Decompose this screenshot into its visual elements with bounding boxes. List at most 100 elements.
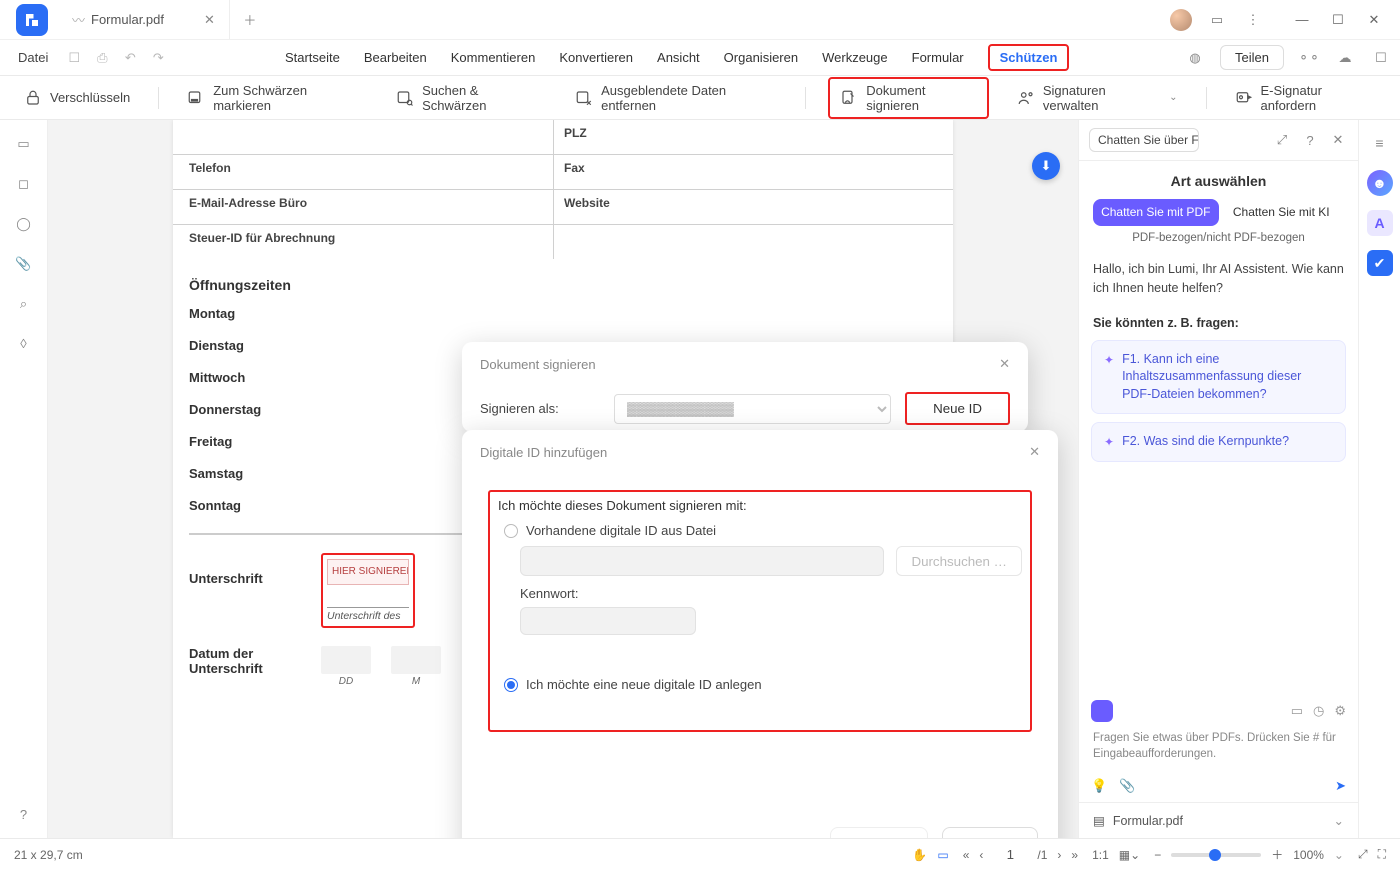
search-icon[interactable]: ⌕ — [13, 296, 35, 312]
next-button[interactable]: Weiter > — [942, 827, 1038, 838]
add-id-dialog-title: Digitale ID hinzufügen — [480, 445, 607, 460]
layers-icon[interactable]: ◊ — [13, 336, 35, 351]
day-sun: Sonntag — [189, 498, 319, 513]
radio-new-icon — [504, 678, 518, 692]
manage-signatures-button[interactable]: Signaturen verwalten ⌄ — [1011, 79, 1184, 117]
close-chat-icon[interactable]: ✕ — [1328, 132, 1348, 148]
chat-suggestion-1[interactable]: F1. Kann ich eine Inhaltszusammenfassung… — [1091, 340, 1346, 415]
message-icon[interactable]: ▭ — [1206, 12, 1228, 28]
tab-tools[interactable]: Werkzeuge — [822, 44, 888, 71]
sign-as-select[interactable]: ▓▓▓▓▓▓▓▓▓▓▓ — [614, 394, 891, 424]
ai-bot-icon[interactable]: ☻ — [1367, 170, 1393, 196]
password-field — [520, 607, 696, 635]
last-page-icon[interactable]: » — [1071, 848, 1078, 862]
tab-edit[interactable]: Bearbeiten — [364, 44, 427, 71]
fit-width-icon[interactable]: ⤢ — [1358, 847, 1368, 862]
close-tab-icon[interactable]: ✕ — [204, 12, 215, 28]
zoom-in-icon[interactable]: ＋ — [1271, 846, 1283, 863]
tab-organize[interactable]: Organisieren — [724, 44, 798, 71]
print-icon[interactable]: ⎙ — [90, 50, 114, 66]
share-graph-icon[interactable]: ⚬⚬ — [1298, 50, 1320, 66]
window-buttons: ― ☐ ✕ — [1276, 12, 1400, 28]
esig-request-icon — [1235, 89, 1253, 107]
hand-tool-icon[interactable]: ✋ — [912, 848, 927, 862]
zoom-slider[interactable] — [1171, 853, 1261, 857]
chat-suggestion-2[interactable]: F2. Was sind die Kernpunkte? — [1091, 422, 1346, 462]
more-icon[interactable]: ⋮ — [1242, 12, 1264, 28]
close-sign-dialog[interactable]: ✕ — [999, 356, 1010, 372]
chat-ai-option[interactable]: Chatten Sie mit KI — [1219, 199, 1345, 226]
chat-file-chip[interactable]: ▤ Formular.pdf — [1079, 802, 1358, 838]
zoom-out-icon[interactable]: − — [1154, 848, 1161, 862]
close-add-id-dialog[interactable]: ✕ — [1029, 444, 1040, 460]
document-tab[interactable]: 〰 Formular.pdf ✕ — [58, 0, 230, 39]
fit-actual-icon[interactable]: 1:1 — [1092, 848, 1109, 862]
chat-pdf-option[interactable]: Chatten Sie mit PDF — [1093, 199, 1219, 226]
protect-toolbar: Verschlüsseln Zum Schwärzen markieren Su… — [0, 76, 1400, 120]
tab-protect[interactable]: Schützen — [988, 44, 1070, 71]
settings-gear-icon[interactable]: ⚙ — [1334, 703, 1346, 719]
tab-convert[interactable]: Konvertieren — [559, 44, 633, 71]
attachment-icon[interactable]: 📎 — [13, 256, 35, 272]
remove-hidden-button[interactable]: Ausgeblendete Daten entfernen — [569, 79, 783, 117]
browse-button[interactable]: Durchsuchen … — [896, 546, 1022, 576]
minimize-button[interactable]: ― — [1288, 12, 1316, 27]
send-icon[interactable]: ➤ — [1335, 778, 1346, 794]
share-button[interactable]: Teilen — [1220, 45, 1284, 70]
redo-icon[interactable]: ↷ — [146, 50, 170, 66]
maximize-button[interactable]: ☐ — [1324, 12, 1352, 28]
file-menu[interactable]: Datei — [8, 46, 58, 69]
attach-icon[interactable]: 📎 — [1119, 778, 1135, 794]
sliders-icon[interactable]: ≡ — [1367, 130, 1393, 156]
expand-chat-icon[interactable]: ⤢ — [1272, 132, 1292, 148]
help-icon[interactable]: ? — [13, 807, 35, 822]
manage-sig-icon — [1017, 89, 1035, 107]
undo-icon[interactable]: ↶ — [118, 50, 142, 66]
page-number-input[interactable] — [993, 845, 1027, 865]
fullscreen-icon[interactable]: ⛶ — [1378, 847, 1386, 862]
signature-field-highlight[interactable]: HIER SIGNIEREN Unterschrift des — [321, 553, 415, 628]
save-icon[interactable]: ☐ — [62, 50, 86, 66]
history-icon[interactable]: ◷ — [1313, 703, 1324, 719]
cloud-icon[interactable]: ☁ — [1334, 50, 1356, 66]
first-page-icon[interactable]: « — [963, 848, 970, 862]
chat-context-chip[interactable]: Chatten Sie über F — [1089, 128, 1199, 152]
signature-caption: Unterschrift des — [327, 607, 409, 622]
sign-document-button[interactable]: Dokument signieren — [828, 77, 989, 119]
lightbulb-icon[interactable]: ◍ — [1184, 50, 1206, 66]
day-thu: Donnerstag — [189, 402, 319, 417]
download-button[interactable]: ⬇ — [1032, 152, 1060, 180]
tab-start[interactable]: Startseite — [285, 44, 340, 71]
thumbnails-icon[interactable]: ▭ — [13, 136, 35, 152]
option-existing-id[interactable]: Vorhandene digitale ID aus Datei — [504, 523, 1022, 538]
zoom-level[interactable]: 100% — [1293, 848, 1324, 862]
close-window-button[interactable]: ✕ — [1360, 12, 1388, 28]
archive-icon[interactable]: ☐ — [1370, 50, 1392, 66]
option-new-id[interactable]: Ich möchte eine neue digitale ID anlegen — [504, 677, 1022, 692]
date-mm-field[interactable] — [391, 646, 441, 674]
prev-page-icon[interactable]: ‹ — [979, 848, 983, 862]
new-tab-button[interactable]: ＋ — [230, 10, 270, 29]
encrypt-button[interactable]: Verschlüsseln — [18, 85, 136, 111]
tab-view[interactable]: Ansicht — [657, 44, 700, 71]
page-layout-icon[interactable]: ▦⌄ — [1119, 848, 1140, 862]
user-avatar[interactable] — [1170, 9, 1192, 31]
search-redact-button[interactable]: Suchen & Schwärzen — [390, 79, 547, 117]
pdf-file-icon: ▤ — [1093, 813, 1105, 828]
chat-help-icon[interactable]: ? — [1300, 133, 1320, 148]
new-id-button[interactable]: Neue ID — [905, 392, 1010, 425]
date-dd-field[interactable] — [321, 646, 371, 674]
image-icon[interactable]: ▭ — [1291, 703, 1303, 719]
check-icon[interactable]: ✔ — [1367, 250, 1393, 276]
comment-panel-icon[interactable]: ◯ — [13, 216, 35, 232]
request-esignature-button[interactable]: E-Signatur anfordern — [1229, 79, 1383, 117]
next-page-icon[interactable]: › — [1057, 848, 1061, 862]
tab-comment[interactable]: Kommentieren — [451, 44, 536, 71]
tab-form[interactable]: Formular — [912, 44, 964, 71]
bookmark-icon[interactable]: ◻ — [13, 176, 35, 192]
chevron-down-icon: ⌄ — [1169, 92, 1177, 103]
mark-redaction-button[interactable]: Zum Schwärzen markieren — [181, 79, 368, 117]
translate-icon[interactable]: A — [1367, 210, 1393, 236]
select-tool-icon[interactable]: ▭ — [937, 848, 948, 862]
idea-icon[interactable]: 💡 — [1091, 778, 1107, 794]
